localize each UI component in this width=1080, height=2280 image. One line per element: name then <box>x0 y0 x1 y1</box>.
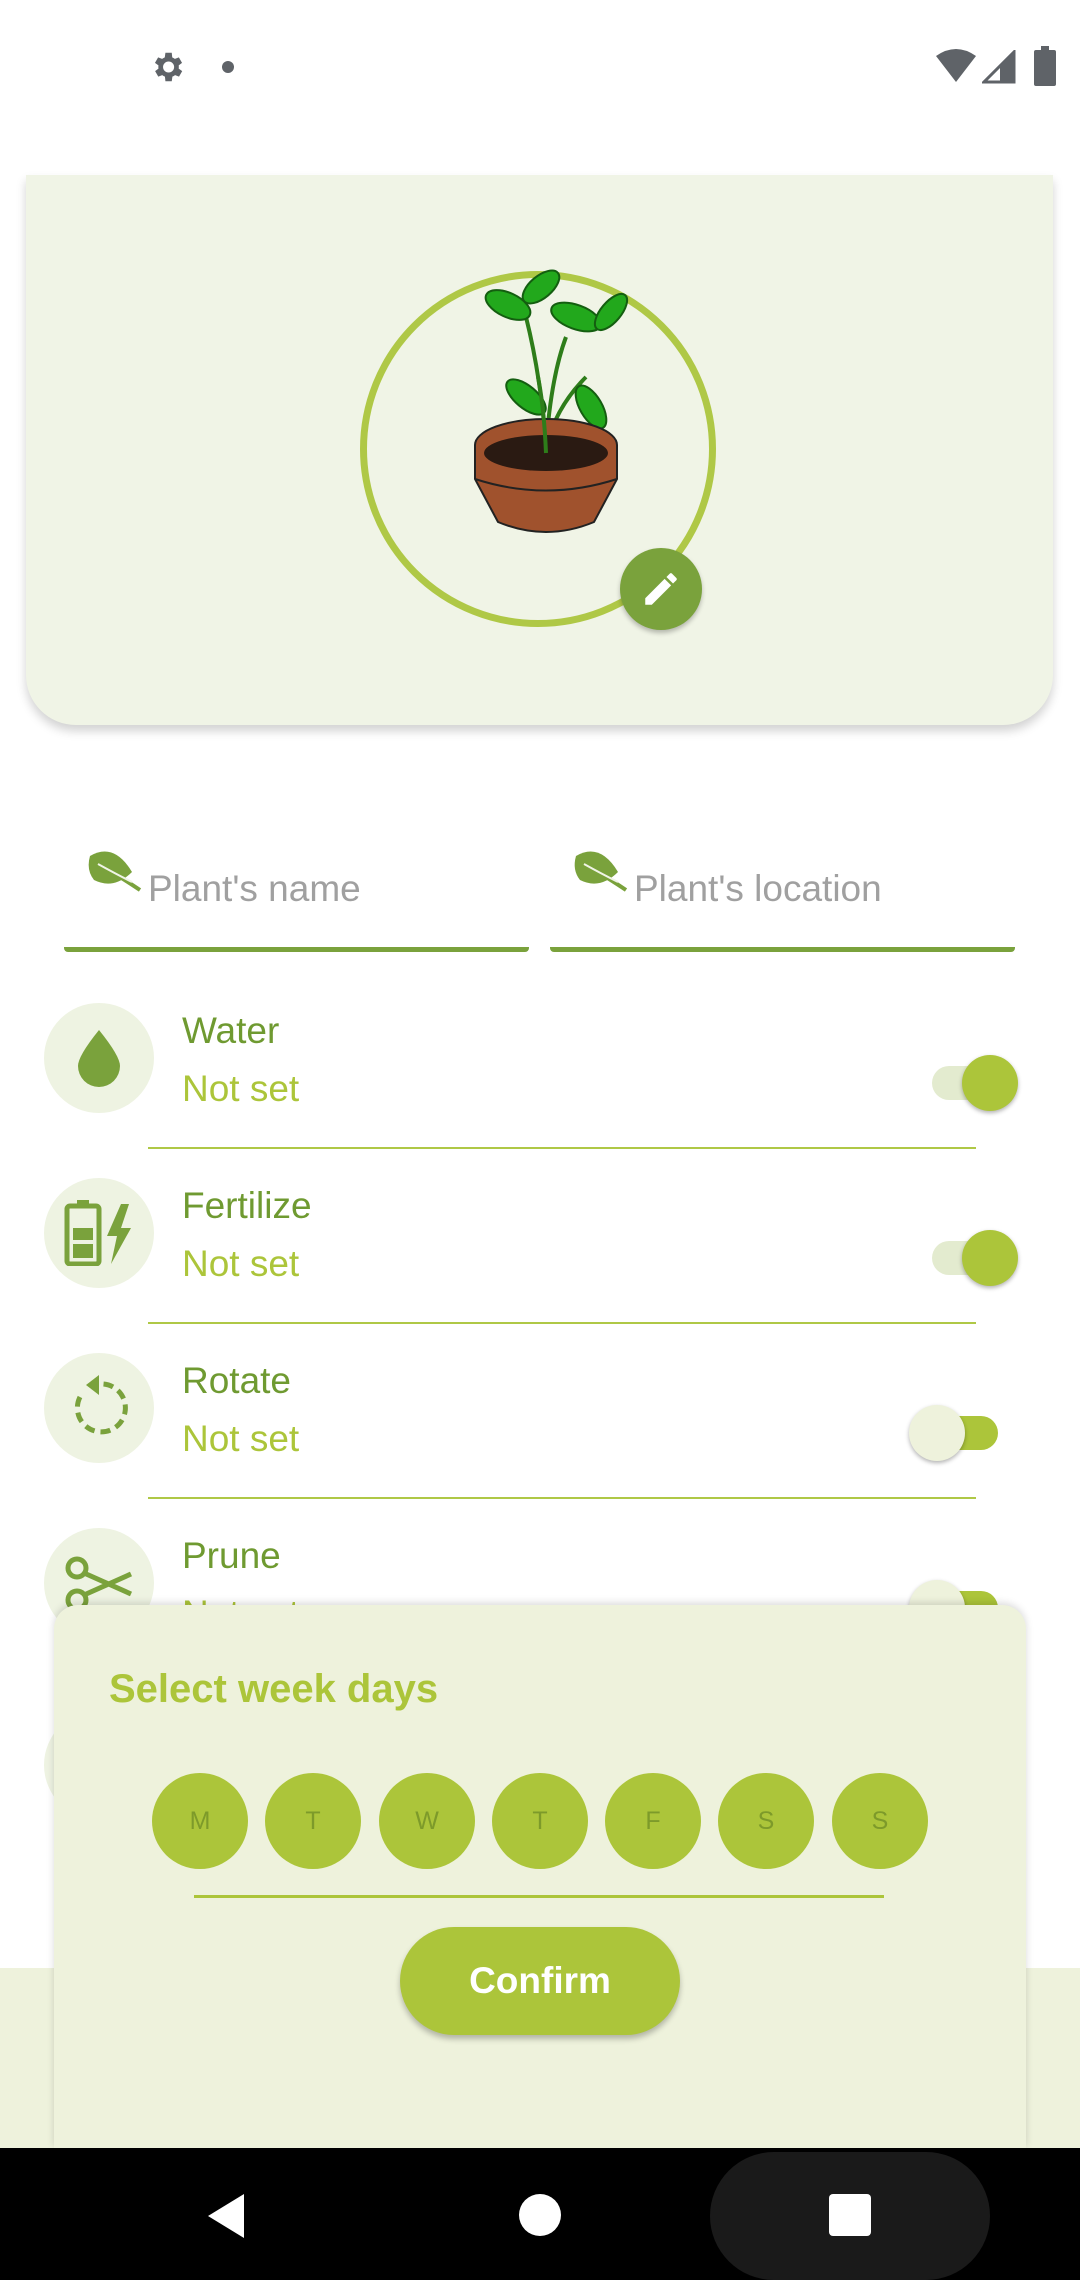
day-saturday[interactable]: S <box>718 1773 814 1869</box>
rotate-task-icon-badge <box>44 1353 154 1463</box>
fertilize-toggle-thumb[interactable] <box>962 1230 1018 1286</box>
divider <box>148 1497 976 1499</box>
rotate-toggle-thumb[interactable] <box>909 1405 965 1461</box>
leaf-icon <box>88 851 142 892</box>
system-nav-bar <box>0 2148 1080 2280</box>
water-task-value[interactable]: Not set <box>182 1068 299 1110</box>
rotate-task-value[interactable]: Not set <box>182 1418 299 1460</box>
prune-task-title: Prune <box>182 1535 281 1576</box>
wifi-icon <box>936 49 976 82</box>
status-bar <box>0 0 1080 130</box>
plant-location-field[interactable]: Plant's location <box>550 832 1015 952</box>
divider <box>148 1147 976 1149</box>
recents-icon[interactable] <box>829 2194 871 2236</box>
gear-icon <box>154 52 183 82</box>
water-task-icon-badge <box>44 1003 154 1113</box>
plant-name-placeholder: Plant's name <box>148 868 361 909</box>
day-wednesday[interactable]: W <box>379 1773 475 1869</box>
fertilize-task-icon-badge <box>44 1178 154 1288</box>
signal-icon <box>982 50 1016 84</box>
day-monday[interactable]: M <box>152 1773 248 1869</box>
pencil-icon <box>645 573 677 605</box>
leaf-icon <box>574 851 628 892</box>
water-drop-icon <box>78 1030 120 1087</box>
rotate-task-title: Rotate <box>182 1360 292 1401</box>
edit-photo-button[interactable] <box>620 548 702 630</box>
battery-icon <box>1034 46 1056 86</box>
fertilize-task-value[interactable]: Not set <box>182 1243 299 1285</box>
day-thursday[interactable]: T <box>492 1773 588 1869</box>
back-icon[interactable] <box>204 2192 248 2240</box>
dialog-title: Select week days <box>109 1667 439 1711</box>
plant-location-placeholder: Plant's location <box>634 868 882 909</box>
rotate-icon <box>74 1375 128 1435</box>
divider <box>148 1322 976 1324</box>
day-tuesday[interactable]: T <box>265 1773 361 1869</box>
day-sunday[interactable]: S <box>832 1773 928 1869</box>
notification-dot-icon <box>222 61 234 73</box>
water-toggle-thumb[interactable] <box>962 1055 1018 1111</box>
week-days-dialog: Select week days M T W T F S S Confirm <box>54 1605 1026 2148</box>
dialog-divider <box>194 1895 884 1898</box>
battery-bolt-icon <box>64 1200 131 1266</box>
confirm-button[interactable]: Confirm <box>400 1927 680 2035</box>
day-friday[interactable]: F <box>605 1773 701 1869</box>
fertilize-task-title: Fertilize <box>182 1185 312 1226</box>
plant-name-field[interactable]: Plant's name <box>64 832 529 952</box>
plant-header-card <box>26 175 1053 725</box>
home-icon[interactable] <box>519 2194 561 2236</box>
water-task-title: Water <box>182 1010 280 1051</box>
plant-pot-image <box>474 269 629 533</box>
